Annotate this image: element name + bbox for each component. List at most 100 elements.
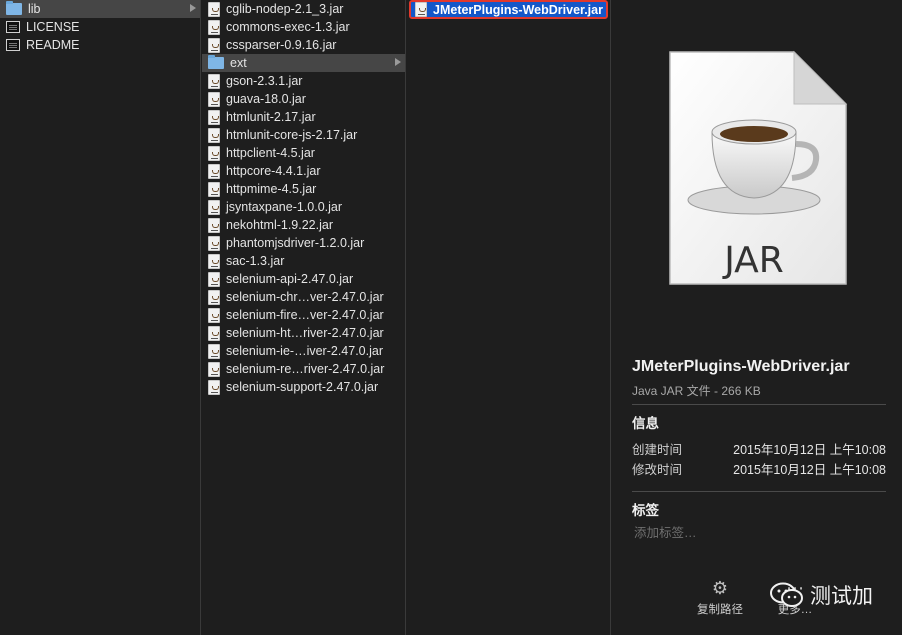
file-row[interactable]: phantomjsdriver-1.2.0.jar: [202, 234, 405, 252]
file-label: selenium-fire…ver-2.47.0.jar: [226, 308, 384, 322]
jar-file-icon: [208, 199, 220, 215]
file-label: selenium-ie-…iver-2.47.0.jar: [226, 344, 384, 358]
disclosure-arrow-icon: [395, 58, 401, 66]
info-section-title: 信息: [632, 416, 659, 431]
jar-file-icon: [208, 1, 220, 17]
file-row[interactable]: selenium-re…river-2.47.0.jar: [202, 360, 405, 378]
file-label: sac-1.3.jar: [226, 254, 285, 268]
file-label: cglib-nodep-2.1_3.jar: [226, 2, 344, 16]
file-row[interactable]: gson-2.3.1.jar: [202, 72, 405, 90]
column-ext: JMeterPlugins-WebDriver.jar: [407, 0, 611, 635]
jar-file-icon: [208, 73, 220, 89]
file-row[interactable]: htmlunit-2.17.jar: [202, 108, 405, 126]
jar-file-icon: [208, 217, 220, 233]
jar-file-icon: [208, 361, 220, 377]
jar-document-icon: JAR: [669, 50, 848, 285]
file-row[interactable]: selenium-fire…ver-2.47.0.jar: [202, 306, 405, 324]
file-row[interactable]: cglib-nodep-2.1_3.jar: [202, 0, 405, 18]
file-label: selenium-chr…ver-2.47.0.jar: [226, 290, 384, 304]
column-root: lib LICENSE README: [0, 0, 201, 635]
file-label: htmlunit-core-js-2.17.jar: [226, 128, 358, 142]
file-row[interactable]: httpcore-4.4.1.jar: [202, 162, 405, 180]
row-readme-file[interactable]: README: [0, 36, 200, 54]
file-meta: Java JAR 文件 - 266 KB: [632, 384, 761, 398]
jar-file-icon: [208, 271, 220, 287]
file-name: JMeterPlugins-WebDriver.jar: [632, 358, 850, 375]
jar-icon-label: JAR: [722, 240, 784, 281]
file-row[interactable]: selenium-ht…river-2.47.0.jar: [202, 324, 405, 342]
file-row[interactable]: httpmime-4.5.jar: [202, 180, 405, 198]
tags-section-title: 标签: [632, 503, 659, 518]
row-lib-folder[interactable]: lib: [0, 0, 200, 18]
row-ext-folder[interactable]: ext: [202, 54, 405, 72]
jar-file-icon: [208, 91, 220, 107]
column-lib: cglib-nodep-2.1_3.jar commons-exec-1.3.j…: [202, 0, 406, 635]
jar-file-icon: [415, 2, 427, 17]
file-row[interactable]: htmlunit-core-js-2.17.jar: [202, 126, 405, 144]
row-license-file[interactable]: LICENSE: [0, 18, 200, 36]
file-label: phantomjsdriver-1.2.0.jar: [226, 236, 365, 250]
jar-file-icon: [208, 181, 220, 197]
row-label: lib: [28, 2, 41, 16]
file-row[interactable]: commons-exec-1.3.jar: [202, 18, 405, 36]
file-label: JMeterPlugins-WebDriver.jar: [433, 2, 603, 17]
divider: [632, 491, 886, 492]
wechat-logo-icon: [770, 582, 803, 607]
copy-path-button[interactable]: ⚙ 复制路径: [690, 578, 750, 617]
file-row[interactable]: selenium-ie-…iver-2.47.0.jar: [202, 342, 405, 360]
file-label: nekohtml-1.9.22.jar: [226, 218, 334, 232]
file-row[interactable]: sac-1.3.jar: [202, 252, 405, 270]
file-row[interactable]: selenium-api-2.47.0.jar: [202, 270, 405, 288]
file-label: htmlunit-2.17.jar: [226, 110, 316, 124]
watermark-text: 测试加: [810, 585, 873, 608]
row-label: LICENSE: [26, 20, 80, 34]
file-label: jsyntaxpane-1.0.0.jar: [226, 200, 343, 214]
file-row[interactable]: cssparser-0.9.16.jar: [202, 36, 405, 54]
file-label: httpclient-4.5.jar: [226, 146, 315, 160]
jar-file-icon: [208, 163, 220, 179]
jar-file-icon: [208, 235, 220, 251]
file-row[interactable]: httpclient-4.5.jar: [202, 144, 405, 162]
copy-path-label: 复制路径: [697, 604, 743, 616]
file-label: guava-18.0.jar: [226, 92, 306, 106]
document-icon: [6, 21, 20, 33]
file-row[interactable]: selenium-support-2.47.0.jar: [202, 378, 405, 396]
file-row[interactable]: jsyntaxpane-1.0.0.jar: [202, 198, 405, 216]
jar-file-icon: [208, 127, 220, 143]
file-label: selenium-re…river-2.47.0.jar: [226, 362, 385, 376]
created-value: 2015年10月12日 上午10:08: [733, 443, 886, 457]
jar-file-icon: [208, 307, 220, 323]
folder-icon: [6, 1, 22, 15]
jar-file-icon: [208, 37, 220, 53]
file-label: cssparser-0.9.16.jar: [226, 38, 337, 52]
jar-file-icon: [208, 109, 220, 125]
file-row[interactable]: nekohtml-1.9.22.jar: [202, 216, 405, 234]
created-row: 创建时间 2015年10月12日 上午10:08: [632, 439, 886, 458]
file-label: selenium-ht…river-2.47.0.jar: [226, 326, 384, 340]
add-tags-field[interactable]: 添加标签…: [634, 522, 697, 541]
selected-file-row[interactable]: JMeterPlugins-WebDriver.jar: [409, 0, 608, 19]
jar-file-icon: [208, 289, 220, 305]
jar-file-icon: [208, 253, 220, 269]
watermark: 测试加: [770, 580, 873, 610]
file-label: gson-2.3.1.jar: [226, 74, 303, 88]
jar-file-icon: [208, 19, 220, 35]
modified-row: 修改时间 2015年10月12日 上午10:08: [632, 459, 886, 478]
file-label: httpcore-4.4.1.jar: [226, 164, 321, 178]
modified-label: 修改时间: [632, 463, 683, 477]
file-label: commons-exec-1.3.jar: [226, 20, 350, 34]
file-label: httpmime-4.5.jar: [226, 182, 317, 196]
divider: [632, 404, 886, 405]
folder-icon: [208, 55, 224, 69]
row-label: README: [26, 38, 80, 52]
created-label: 创建时间: [632, 443, 683, 457]
file-row[interactable]: selenium-chr…ver-2.47.0.jar: [202, 288, 405, 306]
gear-icon: ⚙: [711, 578, 729, 598]
disclosure-arrow-icon: [190, 4, 196, 12]
file-row[interactable]: guava-18.0.jar: [202, 90, 405, 108]
jar-file-icon: [208, 343, 220, 359]
modified-value: 2015年10月12日 上午10:08: [733, 463, 886, 477]
document-icon: [6, 39, 20, 51]
jar-file-icon: [208, 379, 220, 395]
file-label: selenium-support-2.47.0.jar: [226, 380, 379, 394]
